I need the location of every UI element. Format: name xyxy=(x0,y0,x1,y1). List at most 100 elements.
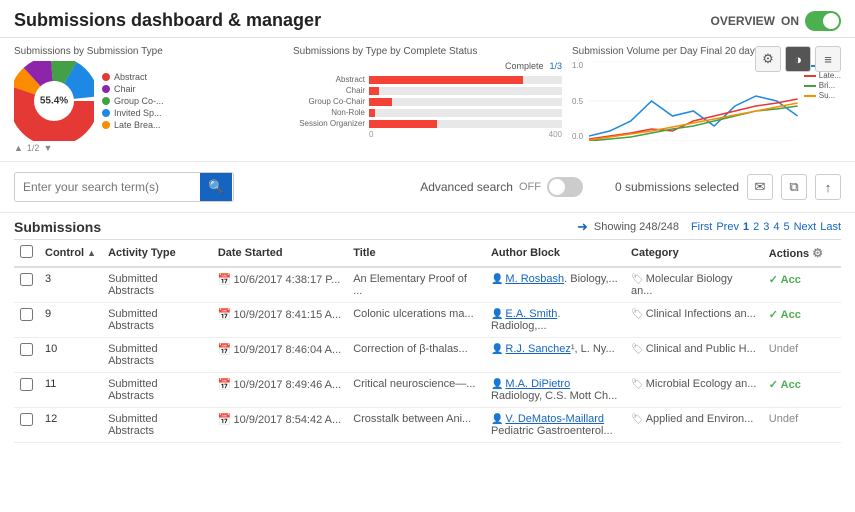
page-prev[interactable]: Prev xyxy=(716,221,739,233)
chart-tools: ⚙ ◑ ≡ xyxy=(755,46,841,72)
row-10-author-link[interactable]: R.J. Sanchez xyxy=(505,343,570,355)
sort-arrow-control: ▲ xyxy=(87,248,96,258)
advanced-search-toggle[interactable] xyxy=(547,177,583,197)
row-12-undef-badge: Undef xyxy=(769,413,798,425)
row-3-checkbox[interactable] xyxy=(20,273,33,286)
copy-button[interactable]: ⧉ xyxy=(781,174,807,200)
email-button[interactable]: ✉ xyxy=(747,174,773,200)
pie-legend: Abstract Chair Group Co-... Invited Sp..… xyxy=(102,72,164,130)
page-next[interactable]: Next xyxy=(794,221,817,233)
row-11-author-link[interactable]: M.A. DiPietro xyxy=(505,378,570,390)
tag-icon: 🏷 xyxy=(631,379,644,390)
showing-text: Showing 248/248 xyxy=(594,221,679,233)
pie-chart-block: Submissions by Submission Type 55.4% Abs… xyxy=(14,46,283,153)
legend-group-co: Group Co-... xyxy=(102,96,164,106)
submissions-table: Control ▲ Activity Type Date Started Tit… xyxy=(14,239,841,443)
row-3-author: 👤M. Rosbash. Biology,... xyxy=(485,267,625,303)
row-9-checkbox-cell xyxy=(14,303,39,338)
row-3-extra xyxy=(829,267,841,303)
header-activity-type: Activity Type xyxy=(102,240,212,268)
select-all-checkbox[interactable] xyxy=(20,245,33,258)
row-9-activity: Submitted Abstracts xyxy=(102,303,212,338)
row-9-title: Colonic ulcerations ma... xyxy=(347,303,485,338)
bar-track-abstract xyxy=(369,76,562,84)
header-extra xyxy=(829,240,841,268)
header-control[interactable]: Control ▲ xyxy=(39,240,102,268)
charts-section: Submissions by Submission Type 55.4% Abs… xyxy=(0,38,855,162)
header-title: Title xyxy=(347,240,485,268)
chart-settings-button[interactable]: ⚙ xyxy=(755,46,781,72)
row-10-checkbox[interactable] xyxy=(20,343,33,356)
showing-icon: ➜ xyxy=(577,219,588,235)
overview-label: OVERVIEW xyxy=(711,14,775,28)
search-box: 🔍 xyxy=(14,172,234,202)
row-12-title: Crosstalk between Ani... xyxy=(347,408,485,443)
row-9-control: 9 xyxy=(39,303,102,338)
row-11-checkbox-cell xyxy=(14,373,39,408)
row-10-extra xyxy=(829,338,841,373)
page-3[interactable]: 3 xyxy=(763,221,769,233)
row-10-activity: Submitted Abstracts xyxy=(102,338,212,373)
page-5[interactable]: 5 xyxy=(783,221,789,233)
row-12-checkbox[interactable] xyxy=(20,413,33,426)
page-2[interactable]: 2 xyxy=(753,221,759,233)
bar-track-nonrole xyxy=(369,109,562,117)
pie-chart-container: 55.4% xyxy=(14,61,94,141)
page-4[interactable]: 4 xyxy=(773,221,779,233)
bar-chart-header: Complete 1/3 xyxy=(293,61,562,71)
bar-label-abstract: Abstract xyxy=(293,75,365,84)
row-11-extra xyxy=(829,373,841,408)
row-3-control: 3 xyxy=(39,267,102,303)
table-row: 12 Submitted Abstracts 📅10/9/2017 8:54:4… xyxy=(14,408,841,443)
legend-label-group-co: Group Co-... xyxy=(114,96,164,106)
chart-pie-button[interactable]: ◑ xyxy=(785,46,811,72)
row-11-title: Critical neuroscience—... xyxy=(347,373,485,408)
row-9-extra xyxy=(829,303,841,338)
tag-icon: 🏷 xyxy=(631,274,644,285)
export-button[interactable]: ↑ xyxy=(815,174,841,200)
row-3-author-link[interactable]: M. Rosbash xyxy=(505,273,564,285)
row-3-acc-badge: ✓ Acc xyxy=(769,274,801,286)
legend-dot-invited xyxy=(102,109,110,117)
page-header: Submissions dashboard & manager OVERVIEW… xyxy=(0,0,855,38)
y-mid: 0.5 xyxy=(572,97,583,106)
pie-nav-up[interactable]: ▲ xyxy=(14,143,23,153)
page-first[interactable]: First xyxy=(691,221,712,233)
overview-toggle-switch[interactable] xyxy=(805,11,841,31)
search-input[interactable] xyxy=(15,174,200,200)
bar-fill-chair xyxy=(369,87,379,95)
line-legend-late: Late... xyxy=(804,71,841,80)
page-last[interactable]: Last xyxy=(820,221,841,233)
legend-label-chair: Chair xyxy=(114,84,136,94)
row-3-action: ✓ Acc xyxy=(763,267,829,303)
page-1[interactable]: 1 xyxy=(743,221,749,233)
table-row: 3 Submitted Abstracts 📅10/6/2017 4:38:17… xyxy=(14,267,841,303)
row-9-checkbox[interactable] xyxy=(20,308,33,321)
calendar-icon: 📅 xyxy=(218,414,232,426)
line-legend-label-late: Late... xyxy=(819,71,841,80)
row-11-checkbox[interactable] xyxy=(20,378,33,391)
row-10-title: Correction of β-thalas... xyxy=(347,338,485,373)
header-checkbox xyxy=(14,240,39,268)
line-y-axis: 1.0 0.5 0.0 xyxy=(572,61,583,141)
chart-list-button[interactable]: ≡ xyxy=(815,46,841,72)
calendar-icon: 📅 xyxy=(218,274,232,286)
tag-icon: 🏷 xyxy=(631,344,644,355)
row-11-author: 👤M.A. DiPietroRadiology, C.S. Mott Ch... xyxy=(485,373,625,408)
bar-complete-label: Complete xyxy=(505,61,544,71)
pie-nav: ▲ 1/2 ▼ xyxy=(14,143,283,153)
row-12-action: Undef xyxy=(763,408,829,443)
row-12-author-link[interactable]: V. DeMatos-Maillard xyxy=(505,413,604,425)
row-11-activity: Submitted Abstracts xyxy=(102,373,212,408)
row-10-undef-badge: Undef xyxy=(769,343,798,355)
row-9-author-link[interactable]: E.A. Smith xyxy=(505,308,557,320)
header-date-started: Date Started xyxy=(212,240,347,268)
row-10-category: 🏷Clinical and Public H... xyxy=(625,338,763,373)
search-button[interactable]: 🔍 xyxy=(200,173,232,201)
pie-nav-down[interactable]: ▼ xyxy=(43,143,52,153)
row-12-checkbox-cell xyxy=(14,408,39,443)
legend-invited: Invited Sp... xyxy=(102,108,164,118)
bar-axis-min: 0 xyxy=(369,130,373,139)
tag-icon: 🏷 xyxy=(631,414,644,425)
row-12-category: 🏷Applied and Environ... xyxy=(625,408,763,443)
